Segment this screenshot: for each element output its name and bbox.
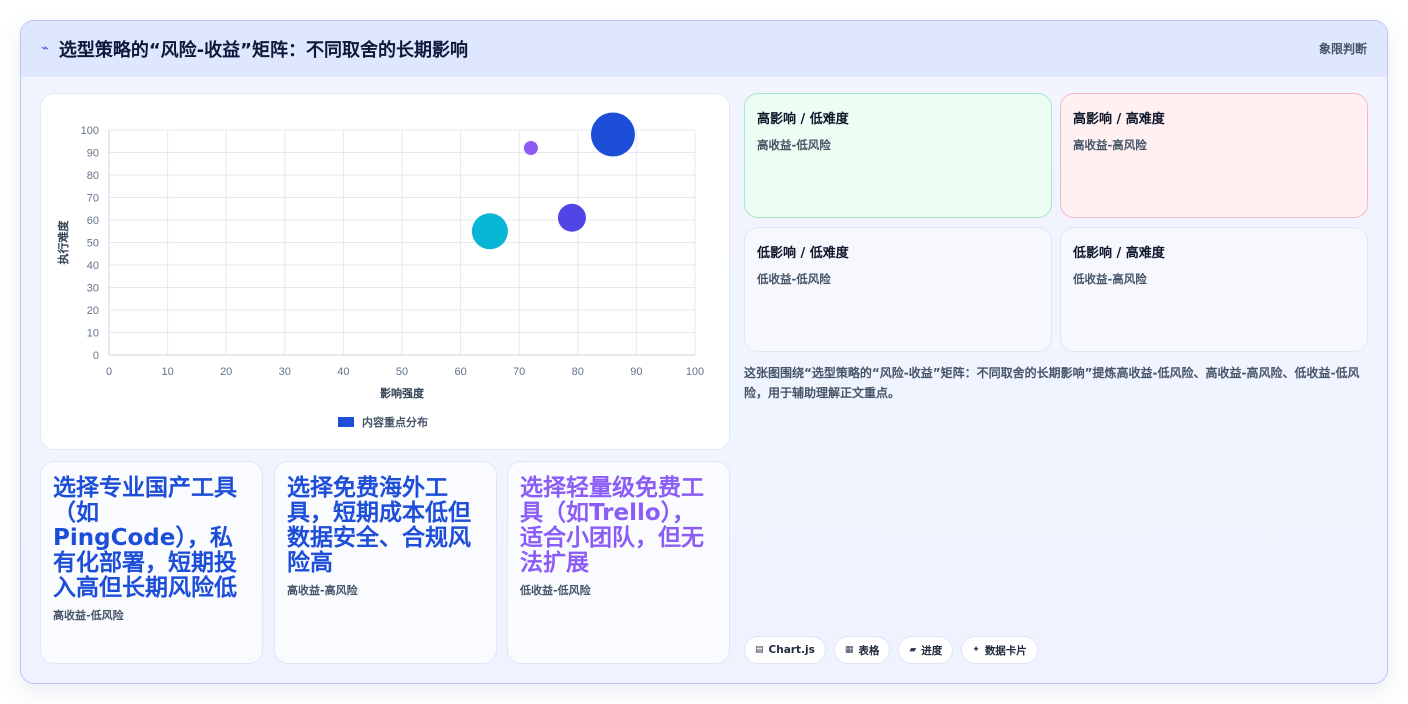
quadrant-subtitle: 高收益-高风险 <box>1073 138 1147 152</box>
y-tick-label: 50 <box>87 238 99 250</box>
chart-legend[interactable]: 内容重点分布 <box>338 414 428 430</box>
chart-description: 这张图围绕“选型策略的“风险-收益”矩阵：不同取舍的长期影响”提炼高收益-低风险… <box>744 366 1360 400</box>
bubble-chart: 0 10 20 30 40 50 60 70 80 90 100 0 10 20 30 40 50 60 70 80 9… <box>56 112 704 400</box>
y-tick-label: 70 <box>87 193 99 205</box>
bubble-point <box>557 203 586 232</box>
bubble-chart-card: 0 10 20 30 40 50 60 70 80 90 100 0 10 20 30 40 50 60 70 80 9… <box>40 93 730 450</box>
x-axis-title: 影响强度 <box>380 386 425 400</box>
x-tick-label: 40 <box>337 366 349 378</box>
table-icon: ▦ <box>844 645 854 655</box>
strategy-card-lightweight: 选择轻量级免费工具（如Trello），适合小团队，但无法扩展 低收益-低风险 <box>507 461 730 664</box>
x-tick-label: 0 <box>106 366 112 378</box>
x-tick-label: 80 <box>572 366 584 378</box>
chip-data-card[interactable]: ✦ 数据卡片 <box>961 636 1038 664</box>
y-tick-label: 40 <box>87 260 99 272</box>
x-tick-label: 10 <box>161 366 173 378</box>
chip-progress[interactable]: ▰ 进度 <box>898 636 954 664</box>
x-tick-label: 70 <box>513 366 525 378</box>
bolt-icon: ⌁ <box>41 41 49 56</box>
bubble-point <box>523 141 538 155</box>
strategy-card-title: 选择免费海外工具，短期成本低但数据安全、合规风险高 <box>287 475 471 576</box>
y-tick-label: 90 <box>87 148 99 160</box>
chip-label: Chart.js <box>768 644 815 656</box>
x-tick-label: 20 <box>220 366 232 378</box>
y-axis-title: 执行难度 <box>56 220 70 265</box>
quadrant-title: 高影响 / 低难度 <box>757 112 849 127</box>
quadrant-low-impact-low-difficulty: 低影响 / 低难度 低收益-低风险 <box>744 227 1052 352</box>
chart-icon: ▤ <box>755 645 764 655</box>
page-title: 选型策略的“风险-收益”矩阵：不同取舍的长期影响 <box>58 39 468 61</box>
quadrant-subtitle: 低收益-高风险 <box>1073 272 1147 286</box>
quadrant-title: 高影响 / 高难度 <box>1073 112 1165 127</box>
strategy-card-subtitle: 低收益-低风险 <box>520 584 591 597</box>
y-tick-label: 10 <box>87 328 99 340</box>
quadrant-high-impact-high-difficulty: 高影响 / 高难度 高收益-高风险 <box>1060 93 1368 218</box>
strategy-card-title: 选择专业国产工具（如PingCode），私有化部署，短期投入高但长期风险低 <box>53 475 237 601</box>
quadrant-low-impact-high-difficulty: 低影响 / 高难度 低收益-高风险 <box>1060 227 1368 352</box>
chip-chartjs[interactable]: ▤ Chart.js <box>744 636 826 664</box>
x-tick-label: 50 <box>396 366 408 378</box>
quadrant-high-impact-low-difficulty: 高影响 / 低难度 高收益-低风险 <box>744 93 1052 218</box>
header-tag: 象限判断 <box>1318 42 1367 56</box>
chip-label: 表格 <box>858 644 880 657</box>
chip-table[interactable]: ▦ 表格 <box>833 636 891 664</box>
strategy-card-overseas: 选择免费海外工具，短期成本低但数据安全、合规风险高 高收益-高风险 <box>274 461 497 664</box>
bubble-point <box>590 112 635 157</box>
quadrant-subtitle: 低收益-低风险 <box>757 272 831 286</box>
strategy-card-domestic: 选择专业国产工具（如PingCode），私有化部署，短期投入高但长期风险低 高收… <box>40 461 263 664</box>
panel-header: ⌁ 选型策略的“风险-收益”矩阵：不同取舍的长期影响 象限判断 <box>21 21 1387 77</box>
progress-icon: ▰ <box>909 645 917 655</box>
bubble-point <box>471 213 508 250</box>
tag-chips: ▤ Chart.js ▦ 表格 ▰ 进度 ✦ 数据卡片 <box>744 636 1038 664</box>
x-tick-label: 90 <box>630 366 642 378</box>
y-tick-label: 20 <box>87 305 99 317</box>
quadrant-title: 低影响 / 低难度 <box>757 246 849 261</box>
y-tick-label: 60 <box>87 215 99 227</box>
sparkle-icon: ✦ <box>972 645 980 655</box>
strategy-card-title: 选择轻量级免费工具（如Trello），适合小团队，但无法扩展 <box>520 475 704 576</box>
x-tick-label: 60 <box>454 366 466 378</box>
y-tick-label: 100 <box>81 125 99 137</box>
y-tick-label: 80 <box>87 170 99 182</box>
strategy-card-subtitle: 高收益-高风险 <box>287 584 358 597</box>
x-tick-label: 30 <box>279 366 291 378</box>
quadrant-title: 低影响 / 高难度 <box>1073 246 1165 261</box>
strategy-card-subtitle: 高收益-低风险 <box>53 609 124 622</box>
x-tick-label: 100 <box>686 366 704 378</box>
main-panel: ⌁ 选型策略的“风险-收益”矩阵：不同取舍的长期影响 象限判断 0 10 20 30 4… <box>20 20 1388 684</box>
quadrant-subtitle: 高收益-低风险 <box>757 138 831 152</box>
legend-label: 内容重点分布 <box>362 416 428 429</box>
legend-swatch <box>338 417 354 427</box>
y-tick-label: 30 <box>87 283 99 295</box>
chip-label: 数据卡片 <box>984 644 1027 657</box>
y-tick-label: 0 <box>93 350 99 362</box>
chip-label: 进度 <box>921 644 943 657</box>
